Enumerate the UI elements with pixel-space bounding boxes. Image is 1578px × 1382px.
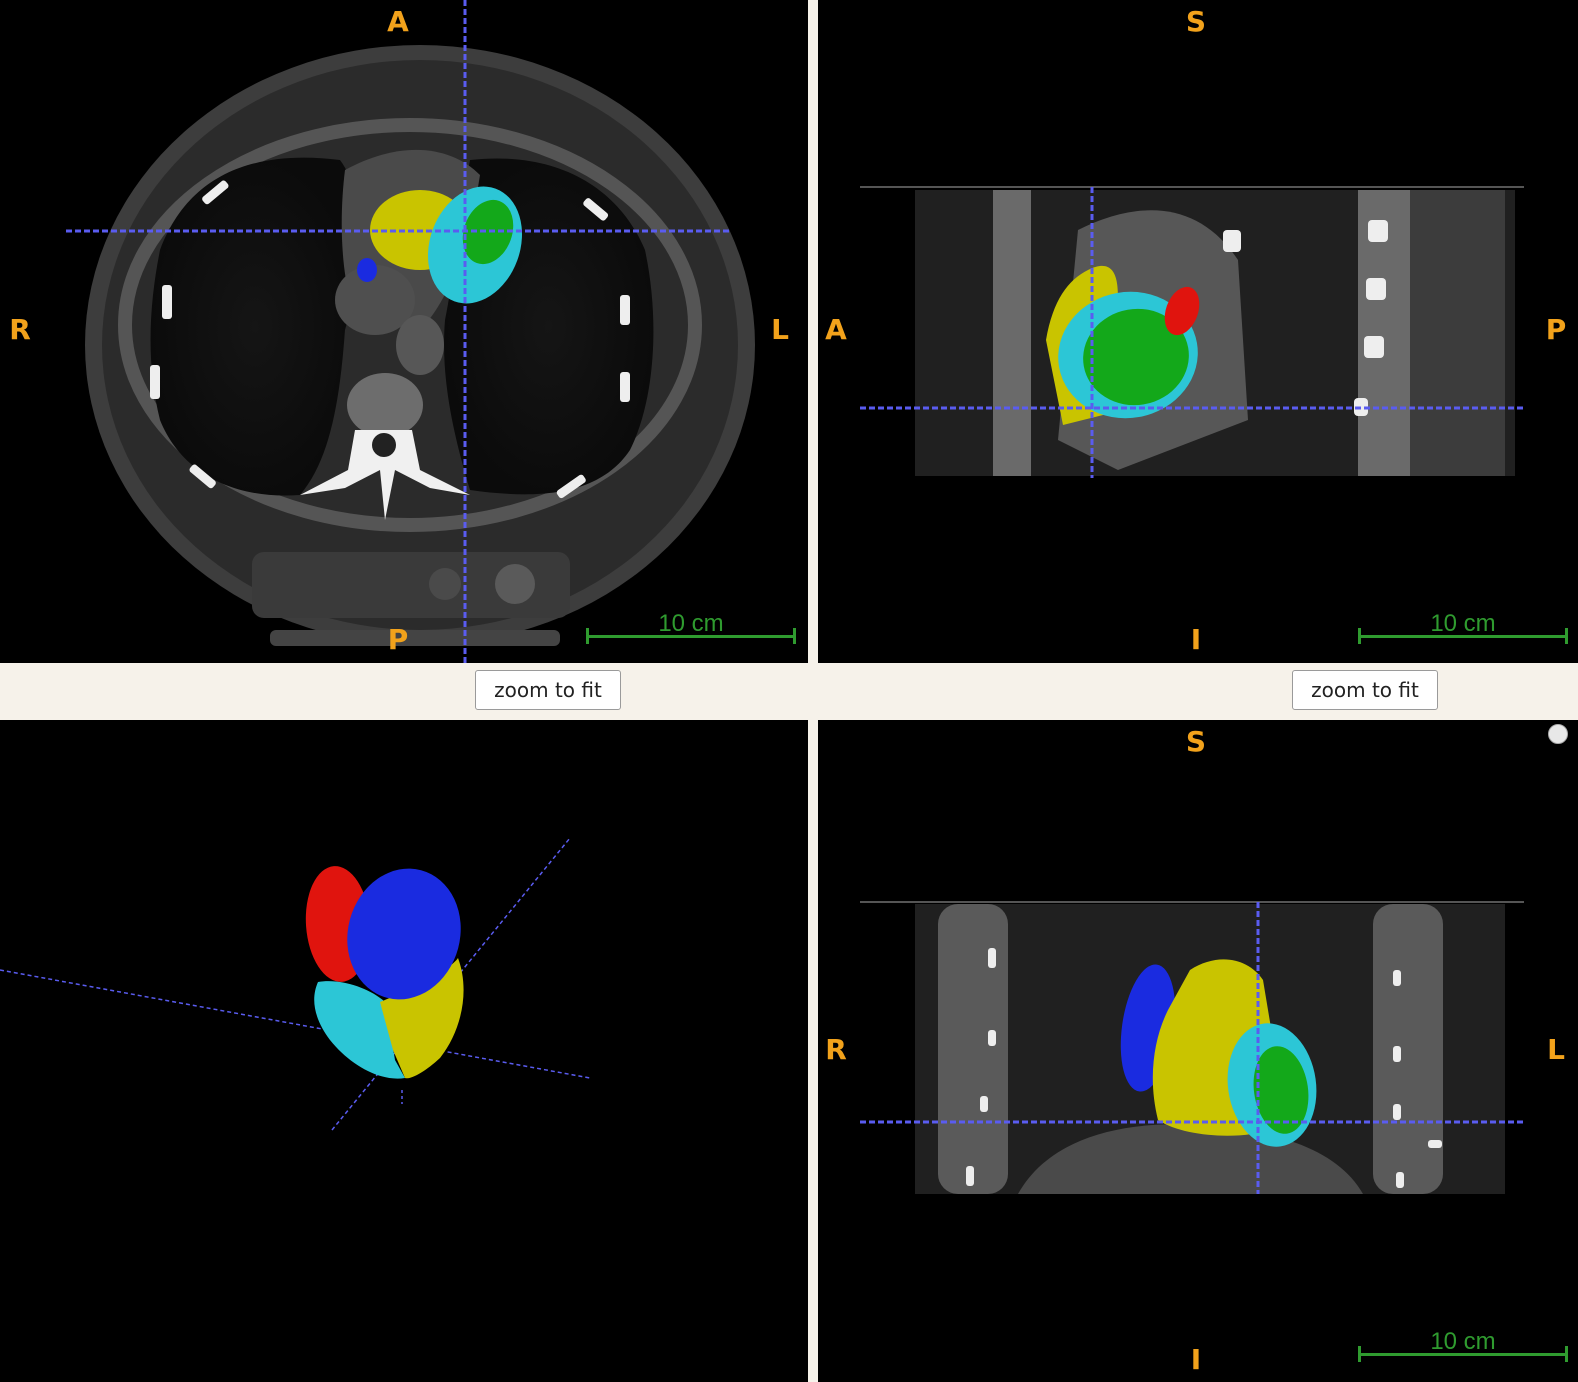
coronal-label-right: L [1547,1033,1565,1066]
axial-label-left: R [9,313,31,346]
sagittal-label-bottom: I [1190,623,1202,656]
coronal-viewport[interactable]: S I R L 10 cm [818,720,1578,1382]
coronal-scalebar-label: 10 cm [1430,1328,1496,1355]
segment-blue [357,258,377,282]
axial-viewport[interactable]: A P R L 10 cm [0,0,808,663]
axial-scalebar-tick-right [793,628,796,644]
coronal-scalebar-tick-left [1358,1346,1361,1362]
coronal-scalebar-tick-right [1565,1346,1568,1362]
coronal-label-top: S [1185,725,1207,758]
sagittal-viewport[interactable]: S I A P 10 cm [818,0,1578,663]
sagittal-scalebar-label: 10 cm [1430,610,1496,637]
sagittal-image [860,186,1524,478]
coronal-label-bottom: I [1190,1343,1202,1376]
axial-scalebar-label: 10 cm [658,610,724,637]
axial-scalebar-tick-left [586,628,589,644]
sagittal-scalebar-tick-right [1565,628,1568,644]
coronal-image [860,901,1524,1194]
zoom-to-fit-button-left[interactable]: zoom to fit [475,670,621,710]
zoom-to-fit-button-right[interactable]: zoom to fit [1292,670,1438,710]
sagittal-scalebar-tick-left [1358,628,1361,644]
axial-label-right: L [771,313,789,346]
sagittal-scalebar-line [1358,635,1568,638]
coronal-label-left: R [825,1033,847,1066]
coronal-scalebar-line [1358,1353,1568,1356]
3d-heart-render [0,837,591,1131]
axial-scalebar: 10 cm [586,610,796,644]
axial-label-top: A [387,5,409,38]
sagittal-label-left: A [825,313,847,346]
axial-scalebar-line [586,635,796,638]
sagittal-label-right: P [1545,313,1567,346]
sagittal-label-top: S [1185,5,1207,38]
viewport-options-icon[interactable] [1548,724,1568,744]
coronal-scalebar: 10 cm [1358,1328,1568,1362]
axial-label-bottom: P [387,623,409,656]
axial-image [66,0,755,663]
3d-axis-1 [0,969,591,1079]
3d-render-viewport[interactable] [0,720,808,1382]
sagittal-scalebar: 10 cm [1358,610,1568,644]
